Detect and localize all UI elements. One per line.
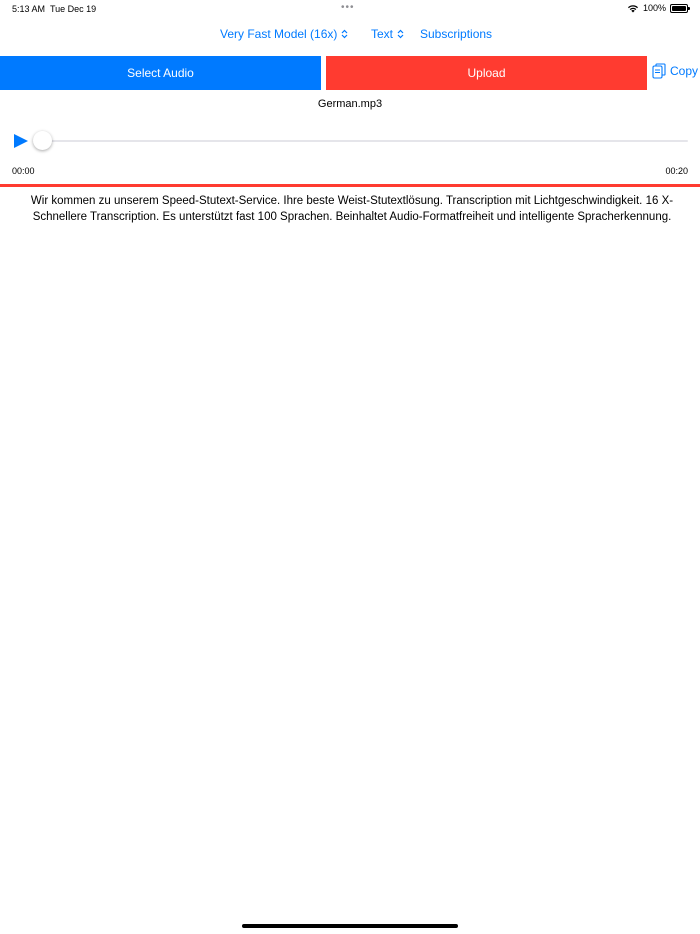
- copy-button[interactable]: Copy: [652, 63, 698, 79]
- audio-file-name: German.mp3: [317, 98, 383, 110]
- format-selector-label: Text: [371, 27, 394, 41]
- current-time: 00:00: [12, 166, 35, 176]
- chevron-up-down-icon: [341, 29, 348, 39]
- playback-slider-thumb[interactable]: [33, 131, 52, 150]
- app-screen: 5:13 AM Tue Dec 19 ••• 100% Very Fast Mo…: [0, 0, 700, 934]
- select-audio-button[interactable]: Select Audio: [0, 56, 321, 90]
- multitasking-dots-icon[interactable]: •••: [341, 2, 355, 13]
- top-nav: Very Fast Model (16x) Text Subscriptions: [0, 24, 700, 44]
- copy-icon: [652, 63, 666, 79]
- model-selector[interactable]: Very Fast Model (16x): [220, 27, 348, 41]
- status-time: 5:13 AM: [12, 4, 46, 14]
- subscriptions-link[interactable]: Subscriptions: [420, 27, 492, 41]
- status-bar: 5:13 AM Tue Dec 19 ••• 100%: [0, 0, 700, 18]
- status-indicators: 100%: [627, 3, 690, 13]
- chevron-up-down-icon: [397, 29, 404, 39]
- transcript-text[interactable]: Wir kommen zu unserem Speed-Stutext-Serv…: [14, 193, 690, 225]
- wifi-icon: [627, 4, 638, 12]
- upload-button[interactable]: Upload: [326, 56, 647, 90]
- home-indicator[interactable]: [242, 924, 458, 928]
- play-icon[interactable]: [13, 133, 29, 149]
- section-divider: [0, 184, 700, 187]
- model-selector-label: Very Fast Model (16x): [220, 27, 338, 41]
- battery-icon: [670, 3, 690, 13]
- status-date: Tue Dec 19: [50, 4, 97, 14]
- copy-button-label: Copy: [670, 64, 699, 78]
- format-selector[interactable]: Text: [371, 27, 404, 41]
- duration: 00:20: [665, 166, 688, 176]
- playback-slider-track[interactable]: [40, 140, 688, 142]
- battery-percent: 100%: [642, 3, 666, 13]
